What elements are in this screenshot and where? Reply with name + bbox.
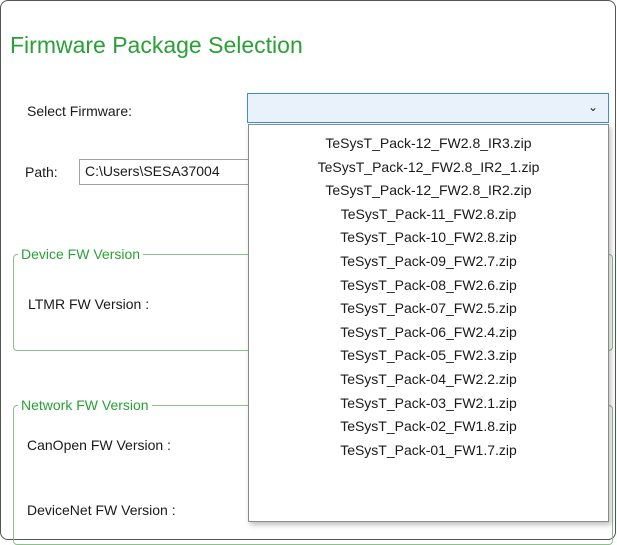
firmware-dropdown-list[interactable]: TeSysT_Pack-12_FW2.8_IR3.zip TeSysT_Pack… bbox=[248, 124, 609, 522]
dropdown-option[interactable]: TeSysT_Pack-12_FW2.8_IR2_1.zip bbox=[249, 156, 608, 180]
device-fw-group-title: Device FW Version bbox=[18, 246, 144, 262]
dropdown-option[interactable]: TeSysT_Pack-11_FW2.8.zip bbox=[249, 203, 608, 227]
chevron-down-icon[interactable]: ⌄ bbox=[588, 100, 598, 114]
dropdown-option[interactable]: TeSysT_Pack-09_FW2.7.zip bbox=[249, 250, 608, 274]
dropdown-option[interactable]: TeSysT_Pack-06_FW2.4.zip bbox=[249, 321, 608, 345]
dropdown-option[interactable]: TeSysT_Pack-03_FW2.1.zip bbox=[249, 392, 608, 416]
page-title: Firmware Package Selection bbox=[10, 32, 303, 58]
network-fw-group-title: Network FW Version bbox=[18, 397, 152, 413]
firmware-select[interactable]: ⌄ bbox=[247, 93, 609, 123]
dropdown-option[interactable]: TeSysT_Pack-07_FW2.5.zip bbox=[249, 297, 608, 321]
path-label: Path: bbox=[25, 164, 58, 180]
dropdown-option[interactable]: TeSysT_Pack-08_FW2.6.zip bbox=[249, 274, 608, 298]
dropdown-option[interactable]: TeSysT_Pack-01_FW1.7.zip bbox=[249, 439, 608, 463]
dropdown-option[interactable]: TeSysT_Pack-05_FW2.3.zip bbox=[249, 344, 608, 368]
select-firmware-label: Select Firmware: bbox=[27, 103, 133, 119]
canopen-fw-version-label: CanOpen FW Version : bbox=[27, 437, 171, 453]
dropdown-option[interactable]: TeSysT_Pack-04_FW2.2.zip bbox=[249, 368, 608, 392]
dropdown-option[interactable]: TeSysT_Pack-10_FW2.8.zip bbox=[249, 226, 608, 250]
ltmr-fw-version-label: LTMR FW Version : bbox=[28, 296, 150, 312]
dropdown-option[interactable]: TeSysT_Pack-02_FW1.8.zip bbox=[249, 415, 608, 439]
dropdown-option[interactable]: TeSysT_Pack-12_FW2.8_IR2.zip bbox=[249, 179, 608, 203]
devicenet-fw-version-label: DeviceNet FW Version : bbox=[27, 502, 176, 518]
dropdown-option[interactable]: TeSysT_Pack-12_FW2.8_IR3.zip bbox=[249, 132, 608, 156]
